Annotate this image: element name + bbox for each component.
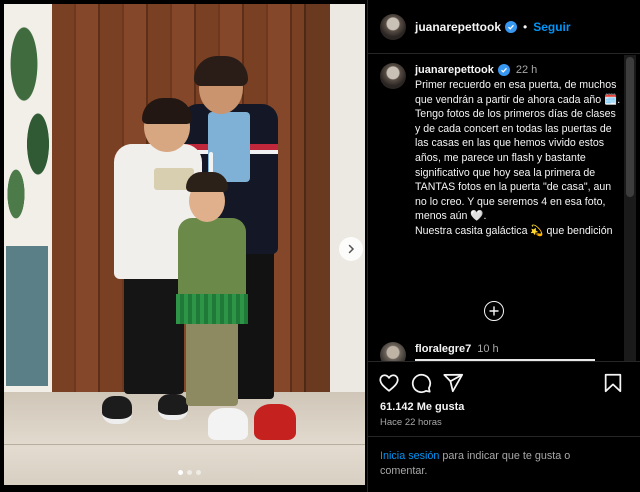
comment-username[interactable]: floralegre7 <box>415 343 471 355</box>
photo-plant <box>4 4 52 254</box>
carousel-next-button[interactable] <box>339 237 363 261</box>
caption-time: 22 h <box>515 64 538 76</box>
photo-boy-shoe-left <box>102 396 132 424</box>
caption: juanarepettook 22 h Primer recuerdo en e… <box>380 63 623 239</box>
heart-icon <box>379 374 399 392</box>
carousel-dots <box>178 470 201 475</box>
carousel-dot-1 <box>178 470 183 475</box>
author-username[interactable]: juanarepettook <box>415 20 501 34</box>
caption-body: juanarepettook 22 h Primer recuerdo en e… <box>415 63 623 239</box>
photo-girl-hair <box>186 172 228 192</box>
carousel-dot-3 <box>196 470 201 475</box>
photo-girl-shoe <box>208 408 248 440</box>
like-button[interactable] <box>378 372 402 396</box>
photo-boy-shoe-right <box>158 394 188 420</box>
save-button[interactable] <box>602 372 626 396</box>
caption-avatar[interactable] <box>380 63 406 89</box>
photo-woman-shoe <box>254 404 296 440</box>
share-icon <box>443 373 464 393</box>
photo-wall-right <box>330 4 365 394</box>
comments-scrollbar-thumb[interactable] <box>626 57 634 197</box>
login-link[interactable]: Inicia sesión <box>380 450 439 462</box>
photo-planter <box>6 246 48 386</box>
commenter-avatar[interactable] <box>380 342 406 361</box>
actions-divider <box>368 361 640 362</box>
comment-header: floralegre7 10 h <box>415 342 499 356</box>
action-bar <box>378 372 630 398</box>
likes-count[interactable]: 61.142 Me gusta <box>380 401 464 413</box>
carousel-dot-2 <box>187 470 192 475</box>
chevron-right-icon <box>348 244 355 254</box>
load-more-comments-button[interactable] <box>484 301 504 321</box>
post-side-panel: juanarepettook • Seguir juanarepettook 2… <box>367 0 640 492</box>
instagram-post-window: juanarepettook • Seguir juanarepettook 2… <box>0 0 640 492</box>
post-header: juanarepettook • Seguir <box>368 0 640 54</box>
photo-door-frame <box>304 4 330 392</box>
photo-boy-pants <box>124 274 184 394</box>
photo-girl-legs <box>186 320 238 406</box>
post-photo[interactable] <box>4 4 365 485</box>
bookmark-icon <box>604 373 622 393</box>
post-timestamp: Hace 22 horas <box>380 417 442 428</box>
caption-username[interactable]: juanarepettook <box>415 64 494 76</box>
verified-badge-icon <box>505 20 518 33</box>
comment-button[interactable] <box>410 372 434 396</box>
caption-header: juanarepettook 22 h <box>415 63 623 77</box>
photo-floor-line <box>4 444 365 445</box>
verified-badge-icon <box>497 64 510 76</box>
comment-time: 10 h <box>477 343 499 355</box>
share-button[interactable] <box>442 372 466 396</box>
login-prompt: Inicia sesión para indicar que te gusta … <box>380 449 620 479</box>
comments-scrollbar[interactable] <box>624 55 636 361</box>
comment-icon <box>411 373 432 394</box>
photo-girl-fringe-skirt <box>176 294 248 324</box>
login-divider <box>368 436 640 437</box>
caption-text: Primer recuerdo en esa puerta, de muchos… <box>415 79 621 237</box>
plus-circle-icon <box>489 306 499 316</box>
author-avatar[interactable] <box>380 13 406 40</box>
follow-button[interactable]: Seguir <box>533 20 570 34</box>
header-separator: • <box>523 19 528 34</box>
comments-scroll-area[interactable]: juanarepettook 22 h Primer recuerdo en e… <box>368 55 623 361</box>
